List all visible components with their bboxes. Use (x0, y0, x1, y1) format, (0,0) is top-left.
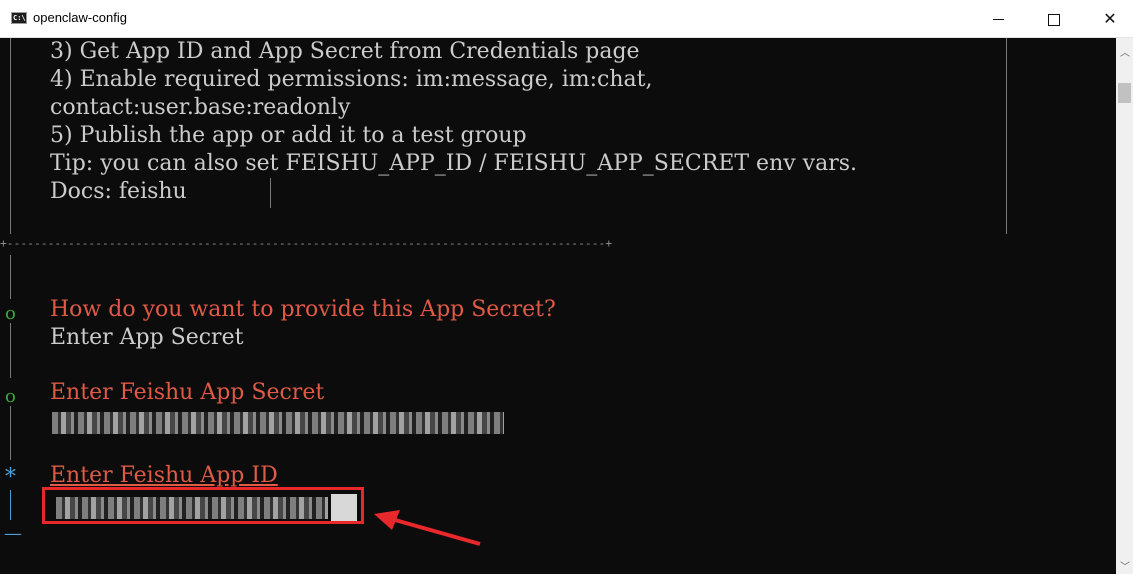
done-marker: o (5, 386, 16, 407)
close-icon: ✕ (1103, 9, 1117, 28)
left-guide (10, 323, 11, 378)
window-title: openclaw-config (33, 10, 127, 25)
info-line-permissions: 4) Enable required permissions: im:messa… (50, 67, 653, 92)
provide-secret-answer: Enter App Secret (50, 325, 244, 350)
text-cursor-bar (270, 178, 271, 208)
annotation-highlight-box (42, 487, 364, 524)
info-line-credentials: 3) Get App ID and App Secret from Creden… (50, 39, 640, 64)
minimize-button[interactable] (975, 0, 1021, 38)
right-border (1006, 38, 1007, 234)
active-marker: * (5, 465, 16, 490)
done-marker: o (5, 303, 16, 324)
console-app-icon: C:\ (11, 12, 27, 24)
terminal-output[interactable]: 3) Get App ID and App Secret from Creden… (0, 38, 1116, 574)
info-line-tip: Tip: you can also set FEISHU_APP_ID / FE… (50, 151, 858, 176)
minimize-icon (992, 19, 1004, 20)
info-line-permissions-cont: contact:user.base:readonly (50, 95, 351, 120)
info-line-docs: Docs: feishu (50, 179, 187, 204)
scroll-thumb[interactable] (1118, 83, 1131, 103)
vertical-scrollbar[interactable]: ︿ ﹀ (1116, 38, 1133, 574)
app-secret-prompt: Enter Feishu App Secret (50, 380, 325, 405)
left-border (10, 38, 11, 234)
scroll-up-icon[interactable]: ︿ (1120, 44, 1130, 59)
maximize-button[interactable] (1031, 0, 1077, 38)
box-separator: +---------------------------------------… (0, 237, 613, 250)
left-guide (10, 255, 11, 299)
left-guide (10, 406, 11, 460)
annotation-arrow-icon (374, 510, 481, 546)
info-line-publish: 5) Publish the app or add it to a test g… (50, 123, 527, 148)
provide-secret-prompt: How do you want to provide this App Secr… (50, 297, 556, 322)
app-secret-redacted-value (52, 412, 504, 434)
active-left-guide (10, 490, 11, 520)
scroll-down-icon[interactable]: ﹀ (1120, 558, 1130, 573)
end-marker: — (4, 523, 22, 544)
close-button[interactable]: ✕ (1087, 0, 1133, 38)
title-bar: C:\ openclaw-config ✕ (0, 0, 1133, 38)
app-id-prompt: Enter Feishu App ID (50, 463, 278, 488)
maximize-icon (1048, 13, 1060, 26)
